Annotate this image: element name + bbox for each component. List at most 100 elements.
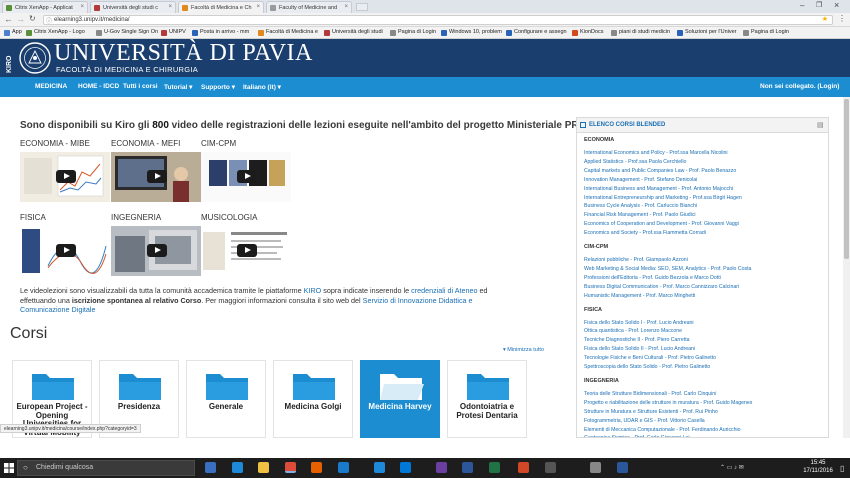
bookmark-item[interactable]: Università degli studi [324,29,383,36]
course-link[interactable]: Teoria delle Strutture Bidimensionali - … [584,391,716,397]
app-icon[interactable] [617,462,628,473]
kiro-logo[interactable]: KIRO [6,43,16,74]
bookmark-item[interactable]: KionDocs [572,29,604,36]
close-tab-icon[interactable]: × [168,4,172,10]
bookmark-item[interactable]: piani di studi medicin [611,29,670,36]
bookmark-item[interactable]: Configurare e assegn [506,29,567,36]
file-explorer-icon[interactable] [258,462,269,473]
minimize-window-button[interactable]: – [800,1,804,10]
ie-icon[interactable] [374,462,385,473]
video-thumbnail[interactable] [20,152,110,202]
browser-tab-medicina[interactable]: Facoltà di Medicina e Ch × [178,1,264,13]
course-link[interactable]: Elementi di Meccanica Computazionale - P… [584,427,741,433]
course-link[interactable]: Professioni dell'Editoria - Prof. Guido … [584,275,721,281]
bookmark-item[interactable]: Posta in arrivo - mm [192,29,249,36]
taskbar-date[interactable]: 17/11/2016 [799,468,837,474]
browser-tab-citrix[interactable]: Citrix XenApp - Applicat × [2,1,88,13]
video-thumbnail[interactable] [111,226,201,276]
course-link[interactable]: Strutture in Muratura e Strutture Esiste… [584,409,718,415]
nav-tutti-i-corsi[interactable]: Tutti i corsi [123,83,158,90]
nav-language[interactable]: Italiano (it) ▾ [243,83,281,91]
category-tile-generale[interactable]: Generale [186,360,266,438]
bookmark-item[interactable]: Citrix XenApp - Logo [26,29,85,36]
course-link[interactable]: Innovation Management - Prof. Stefano De… [584,177,697,183]
nav-tutorial[interactable]: Tutorial ▾ [164,83,192,91]
bookmark-item[interactable]: App [4,29,22,36]
task-view-icon[interactable] [205,462,216,473]
nav-home-idcd[interactable]: HOME - IDCD [78,83,119,90]
category-tile-odontoiatria[interactable]: Odontoiatria e Protesi Dentaria [447,360,527,438]
category-tile-medicina-golgi[interactable]: Medicina Golgi [273,360,353,438]
close-window-button[interactable]: × [834,0,839,10]
play-icon[interactable] [147,244,167,257]
notifications-icon[interactable]: ▯ [840,464,844,473]
app-icon[interactable] [545,462,556,473]
course-link[interactable]: Applied Statistics - Prof.ssa Paola Cerc… [584,159,686,165]
browser-tab-faculty[interactable]: Faculty of Medicine and × [266,1,352,13]
scrollbar-thumb[interactable] [844,99,849,259]
system-tray-icons[interactable]: ⌃ ▭ ♪ ✉ [720,464,744,471]
category-tile-medicina-harvey[interactable]: Medicina Harvey [360,360,440,438]
bookmark-item[interactable]: Soluzioni per l'Univer [677,29,737,36]
excel-icon[interactable] [489,462,500,473]
login-link[interactable]: Non sei collegato. (Login) [760,83,839,90]
close-tab-icon[interactable]: × [80,4,84,10]
video-thumbnail[interactable] [111,152,201,202]
course-link[interactable]: Web Marketing & Social Media: SEO, SEM, … [584,266,751,272]
play-icon[interactable] [56,244,76,257]
credenziali-link[interactable]: credenziali di Ateneo [411,286,477,295]
bookmark-item[interactable]: Pagina di Login [743,29,789,36]
page-scrollbar[interactable] [843,97,850,438]
course-link[interactable]: International Economics and Policy - Pro… [584,150,728,156]
play-icon[interactable] [237,170,257,183]
collapse-block-icon[interactable]: ▤ [817,121,824,129]
taskbar-search-box[interactable]: ○ Chiedimi qualcosa [17,460,195,476]
powerpoint-icon[interactable] [518,462,529,473]
forward-arrow-icon[interactable]: → [16,14,25,24]
course-link[interactable]: Financial Risk Management - Prof. Paolo … [584,212,696,218]
course-link[interactable]: Geotecnica Sismica - Prof. Carlo Giovann… [584,435,690,437]
course-link[interactable]: Capital markets and Public Companies Law… [584,168,736,174]
outlook-icon[interactable] [338,462,349,473]
back-arrow-icon[interactable]: ← [4,14,13,24]
bookmark-item[interactable]: UNIPV [161,29,186,36]
windows-start-icon[interactable] [4,463,14,473]
app-icon[interactable] [590,462,601,473]
course-link[interactable]: Progetto e riabilitazione delle struttur… [584,400,752,406]
course-link[interactable]: International Entrepreneurship and Marke… [584,195,742,201]
course-link[interactable]: Humanistic Management - Prof. Marco Ming… [584,293,695,299]
course-link[interactable]: Tecnologie Fisiche e Beni Culturali - Pr… [584,355,716,361]
course-link[interactable]: Economics and Society - Prof.ssa Fiammet… [584,230,706,236]
course-link[interactable]: Spettroscopia dello Stato Solido - Prof.… [584,364,710,370]
browser-menu-icon[interactable]: ⋮ [838,14,846,23]
course-link[interactable]: Economics of Cooperation and Development… [584,221,739,227]
chrome-icon[interactable] [285,462,296,473]
course-link[interactable]: Business Cycle Analysis - Prof. Carlucci… [584,203,697,209]
word-icon[interactable] [462,462,473,473]
maximize-window-button[interactable]: ❐ [816,1,822,9]
course-link[interactable]: Tecniche Diagnostiche II - Prof. Piero C… [584,337,690,343]
bookmark-item[interactable]: U-Gov Single Sign On [96,29,158,36]
course-link[interactable]: Fisica dello Stato Solido I - Prof. Luci… [584,320,694,326]
university-name[interactable]: UNIVERSITÀ DI PAVIA [54,40,313,67]
play-icon[interactable] [237,244,257,257]
nav-medicina[interactable]: MEDICINA [35,83,67,90]
reload-icon[interactable]: ↻ [29,14,36,23]
close-tab-icon[interactable]: × [344,4,348,10]
course-link[interactable]: Ottica quantistica - Prof. Lorenzo Macco… [584,328,682,334]
taskbar-time[interactable]: 15:45 [803,460,833,466]
firefox-icon[interactable] [311,462,322,473]
bookmark-item[interactable]: Facoltà di Medicina e [258,29,318,36]
nav-supporto[interactable]: Supporto ▾ [201,83,235,91]
bookmark-star-icon[interactable]: ★ [822,15,828,23]
browser-tab-unipv[interactable]: Università degli studi c × [90,1,176,13]
close-tab-icon[interactable]: × [256,4,260,10]
course-link[interactable]: Fotogrammetria, UDAR e GIS - Prof. Vitto… [584,418,705,424]
course-link[interactable]: Relazioni pubbliche - Prof. Giampaolo Az… [584,257,688,263]
url-field[interactable]: ⓘ elearning3.unipv.it/medicina/ ★ [43,15,833,25]
kiro-link[interactable]: KIRO [304,286,322,295]
video-thumbnail[interactable] [201,226,291,276]
university-seal-icon[interactable] [18,41,52,75]
course-link[interactable]: Fisica dello Stato Solido II - Prof. Luc… [584,346,695,352]
edge-icon[interactable] [232,462,243,473]
